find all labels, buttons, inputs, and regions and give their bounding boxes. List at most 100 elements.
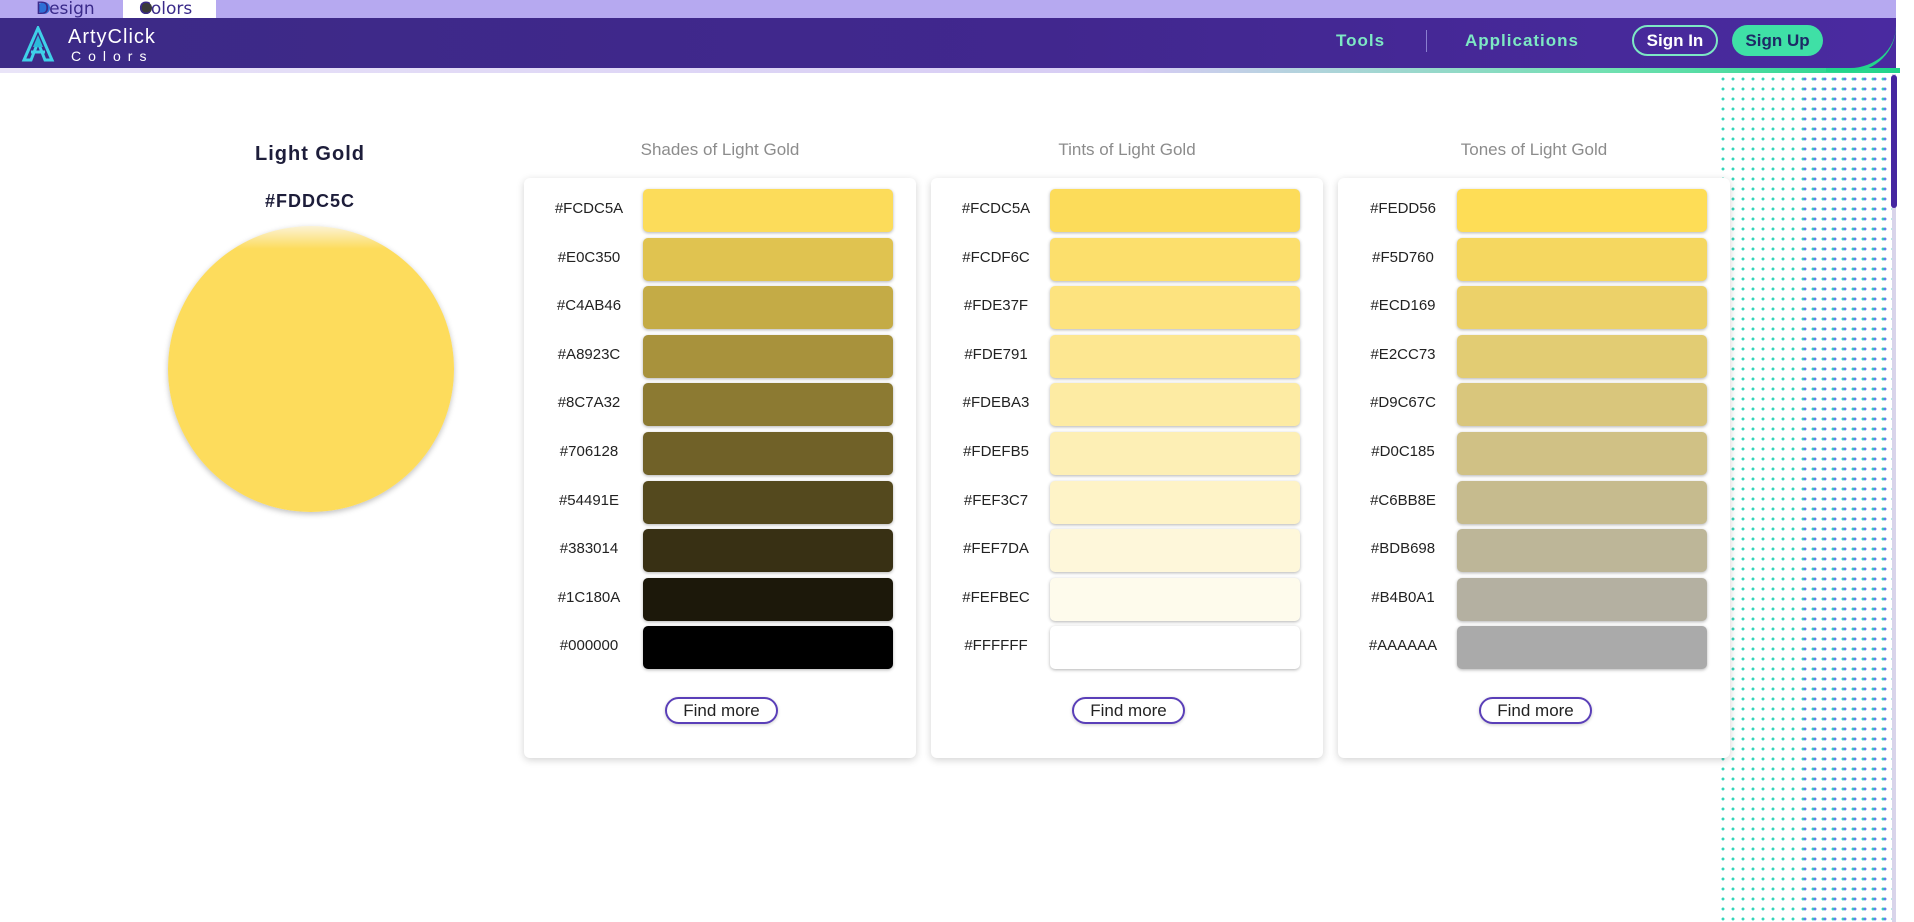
tones-row[interactable]: #D0C185 — [1338, 431, 1730, 475]
tints-swatch[interactable] — [1050, 529, 1300, 573]
shades-swatch[interactable] — [643, 383, 893, 427]
color-hex: #FDDC5C — [264, 191, 355, 211]
tints-swatch[interactable] — [1050, 286, 1300, 330]
sign-in-button[interactable]: Sign In — [1632, 25, 1718, 56]
tones-hex-label: #BDB698 — [1370, 540, 1436, 558]
tints-row[interactable]: #FDEBA3 — [931, 382, 1323, 427]
tones-hex-label: #C6BB8E — [1370, 491, 1436, 509]
tints-row[interactable]: #FEF7DA — [931, 528, 1323, 573]
shades-row[interactable]: #1C180A — [524, 577, 916, 621]
shades-row[interactable]: #383014 — [524, 528, 916, 573]
site-header: ArtyClick Colors Tools Applications Sign… — [0, 18, 1896, 70]
tints-hex-label: #FEF7DA — [963, 540, 1029, 558]
nav-applications[interactable]: Applications — [1465, 31, 1579, 51]
tones-swatch[interactable] — [1457, 577, 1707, 621]
shades-swatch[interactable] — [643, 480, 893, 524]
site-tab-design[interactable]: Design — [20, 0, 120, 18]
tones-panel: #AAAAAA #B4B0A1 #BDB698 #C6BB8E #D0C185 #D9C6… — [1338, 178, 1730, 758]
shades-hex-label: #000000 — [559, 637, 619, 655]
tints-row[interactable]: #FDEFB5 — [931, 431, 1323, 475]
shades-find-more-button[interactable]: Find more — [665, 697, 778, 724]
tints-swatch[interactable] — [1050, 626, 1300, 670]
tones-row[interactable]: #BDB698 — [1338, 528, 1730, 573]
tints-row[interactable]: #FEF3C7 — [931, 480, 1323, 524]
shades-swatch[interactable] — [643, 334, 893, 378]
shades-row[interactable]: #000000 — [524, 625, 916, 670]
brand-name[interactable]: ArtyClick — [68, 26, 156, 49]
shades-swatch[interactable] — [643, 577, 893, 621]
scrollbar-thumb[interactable] — [1891, 75, 1897, 208]
shades-row[interactable]: #A8923C — [524, 334, 916, 378]
shades-swatch[interactable] — [643, 189, 893, 232]
tones-swatch[interactable] — [1457, 432, 1707, 475]
tones-swatch[interactable] — [1457, 237, 1707, 281]
nav-divider — [1426, 30, 1427, 52]
tints-panel: #FFFFFF #FEFBEC #FEF7DA #FEF3C7 #FDEFB5 #FDEB… — [931, 178, 1323, 758]
tints-row[interactable]: #FFFFFF — [931, 625, 1323, 670]
tones-row[interactable]: #F5D760 — [1338, 237, 1730, 281]
tones-swatch[interactable] — [1457, 383, 1707, 427]
shades-swatch[interactable] — [643, 432, 893, 475]
tints-swatch[interactable] — [1050, 577, 1300, 621]
tints-hex-label: #FDEFB5 — [963, 443, 1029, 460]
shades-hex-label: #E0C350 — [557, 248, 621, 266]
tones-swatch[interactable] — [1457, 286, 1707, 330]
shades-row[interactable]: #E0C350 — [524, 237, 916, 281]
tones-row[interactable]: #FEDD56 — [1338, 188, 1730, 232]
tints-swatch[interactable] — [1050, 334, 1300, 378]
tones-hex-label: #F5D760 — [1372, 248, 1434, 266]
brand-subtitle: Colors — [71, 48, 154, 64]
site-tab-colors[interactable]: Colors — [123, 0, 216, 18]
shades-swatch[interactable] — [643, 626, 893, 670]
tints-hex-label: #FDEBA3 — [962, 394, 1030, 412]
shades-row[interactable]: #C4AB46 — [524, 285, 916, 330]
color-swatch-circle — [168, 226, 454, 512]
tones-find-more-button[interactable]: Find more — [1479, 697, 1592, 724]
shades-hex-label: #1C180A — [557, 588, 621, 606]
shades-row[interactable]: #FCDC5A — [524, 188, 916, 232]
tints-row[interactable]: #FDE791 — [931, 334, 1323, 378]
shades-row[interactable]: #706128 — [524, 431, 916, 475]
header-accent-line — [0, 68, 1900, 73]
tones-swatch[interactable] — [1457, 480, 1707, 524]
tones-hex-label: #FEDD56 — [1370, 200, 1436, 217]
shades-row[interactable]: #54491E — [524, 480, 916, 524]
sign-up-button[interactable]: Sign Up — [1732, 25, 1823, 56]
tones-row[interactable]: #C6BB8E — [1338, 480, 1730, 524]
tints-hex-label: #FCDF6C — [962, 248, 1030, 266]
shades-hex-label: #54491E — [558, 491, 620, 509]
tones-row[interactable]: #B4B0A1 — [1338, 577, 1730, 621]
shades-swatch[interactable] — [643, 237, 893, 281]
tones-row[interactable]: #D9C67C — [1338, 382, 1730, 427]
tints-hex-label: #FDE791 — [964, 345, 1028, 363]
tones-swatch[interactable] — [1457, 334, 1707, 378]
tints-swatch[interactable] — [1050, 237, 1300, 281]
tones-row[interactable]: #ECD169 — [1338, 285, 1730, 330]
nav-tools[interactable]: Tools — [1336, 31, 1385, 51]
tones-swatch[interactable] — [1457, 189, 1707, 232]
tones-hex-label: #D0C185 — [1371, 443, 1435, 460]
shades-row[interactable]: #8C7A32 — [524, 382, 916, 427]
tints-swatch[interactable] — [1050, 383, 1300, 427]
shades-swatch[interactable] — [643, 529, 893, 573]
tones-row[interactable]: #AAAAAA — [1338, 625, 1730, 670]
tints-row[interactable]: #FEFBEC — [931, 577, 1323, 621]
shades-hex-label: #C4AB46 — [556, 297, 622, 315]
tints-hex-label: #FEF3C7 — [963, 491, 1029, 509]
tones-swatch[interactable] — [1457, 626, 1707, 670]
tones-swatch[interactable] — [1457, 529, 1707, 573]
tints-swatch[interactable] — [1050, 432, 1300, 475]
tints-find-more-button[interactable]: Find more — [1072, 697, 1185, 724]
tints-title: Tints of Light Gold — [1058, 140, 1196, 159]
site-tab-colors-label: Colors — [139, 0, 193, 19]
tints-hex-label: #FCDC5A — [961, 200, 1031, 217]
color-name: Light Gold — [255, 143, 365, 165]
tints-row[interactable]: #FCDF6C — [931, 237, 1323, 281]
tints-swatch[interactable] — [1050, 480, 1300, 524]
tints-row[interactable]: #FDE37F — [931, 285, 1323, 330]
tints-row[interactable]: #FCDC5A — [931, 188, 1323, 232]
artyclick-logo-icon[interactable] — [20, 26, 56, 62]
tints-swatch[interactable] — [1050, 189, 1300, 232]
shades-swatch[interactable] — [643, 286, 893, 330]
tones-row[interactable]: #E2CC73 — [1338, 334, 1730, 378]
